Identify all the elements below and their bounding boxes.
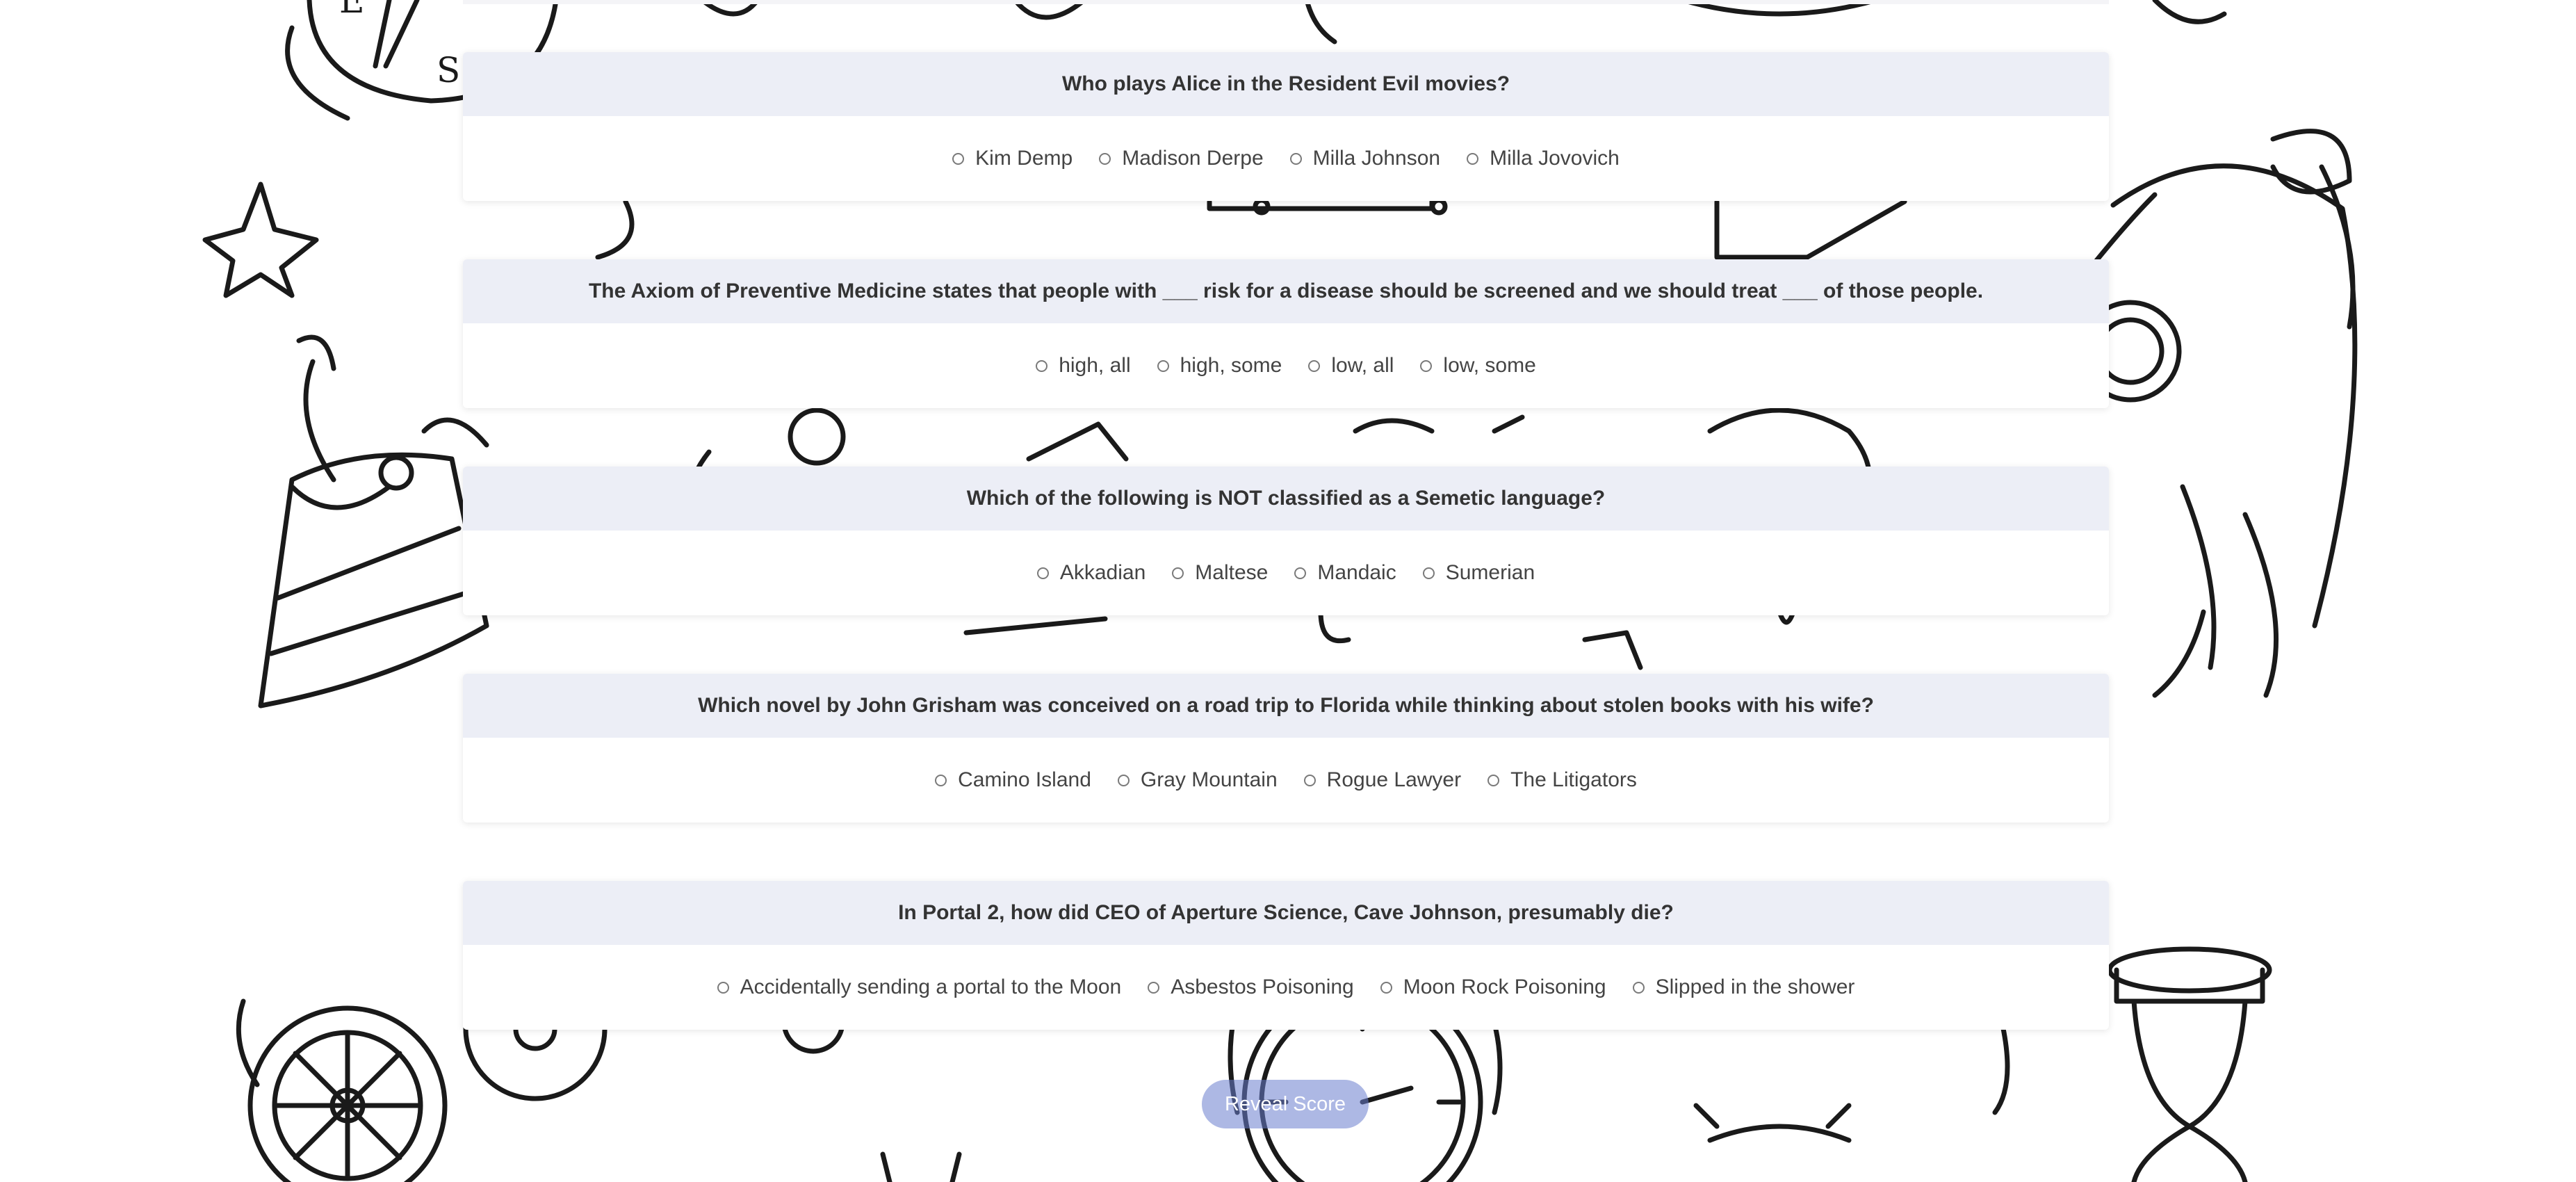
- party-popper-doodle: [258, 334, 489, 709]
- option-label: Milla Johnson: [1312, 147, 1441, 170]
- option-label: Kim Demp: [975, 147, 1073, 170]
- option-label: Accidentally sending a portal to the Moo…: [740, 975, 1122, 998]
- answer-option[interactable]: high, some: [1157, 354, 1282, 378]
- answer-option[interactable]: Milla Jovovich: [1467, 147, 1620, 170]
- radio-button[interactable]: [1632, 981, 1645, 994]
- option-label: The Litigators: [1510, 768, 1637, 791]
- radio-button[interactable]: [1308, 359, 1321, 372]
- radio-button[interactable]: [717, 981, 729, 994]
- question-card: In Portal 2, how did CEO of Aperture Sci…: [463, 881, 2109, 1030]
- answer-option[interactable]: Rogue Lawyer: [1303, 768, 1462, 792]
- previous-card-edge: [463, 0, 2109, 4]
- compass-letter-e: E: [339, 0, 365, 21]
- answer-option[interactable]: Accidentally sending a portal to the Moo…: [717, 975, 1122, 999]
- radio-button[interactable]: [1036, 359, 1048, 372]
- answer-option[interactable]: low, all: [1308, 354, 1394, 378]
- option-label: Camino Island: [958, 768, 1091, 791]
- answer-options: Accidentally sending a portal to the Moo…: [463, 945, 2109, 1030]
- option-label: high, some: [1180, 354, 1282, 377]
- option-label: high, all: [1059, 354, 1131, 377]
- answer-option[interactable]: Sumerian: [1422, 561, 1535, 585]
- rocket-doodle: [2069, 129, 2358, 698]
- answer-option[interactable]: Slipped in the shower: [1632, 975, 1855, 999]
- option-label: Sumerian: [1445, 561, 1535, 584]
- answer-option[interactable]: Akkadian: [1036, 561, 1146, 585]
- radio-button[interactable]: [1148, 981, 1160, 994]
- question-card: Who plays Alice in the Resident Evil mov…: [463, 52, 2109, 201]
- answer-options: Akkadian Maltese Mandaic Sumerian: [463, 531, 2109, 615]
- answer-option[interactable]: Moon Rock Poisoning: [1380, 975, 1606, 999]
- option-label: Rogue Lawyer: [1326, 768, 1462, 791]
- radio-button[interactable]: [1036, 567, 1049, 579]
- answer-option[interactable]: Mandaic: [1294, 561, 1396, 585]
- question-text: Who plays Alice in the Resident Evil mov…: [463, 52, 2109, 116]
- option-label: Milla Jovovich: [1490, 147, 1620, 170]
- answer-option[interactable]: low, some: [1420, 354, 1536, 378]
- radio-button[interactable]: [1487, 774, 1500, 786]
- option-label: Madison Derpe: [1122, 147, 1264, 170]
- radio-button[interactable]: [1172, 567, 1184, 579]
- question-card: Which novel by John Grisham was conceive…: [463, 674, 2109, 823]
- radio-button[interactable]: [935, 774, 947, 786]
- question-text: The Axiom of Preventive Medicine states …: [463, 259, 2109, 323]
- answer-option[interactable]: Camino Island: [935, 768, 1091, 792]
- radio-button[interactable]: [1467, 152, 1479, 165]
- option-label: low, all: [1331, 354, 1394, 377]
- question-text: Which novel by John Grisham was conceive…: [463, 674, 2109, 738]
- radio-button[interactable]: [1294, 567, 1307, 579]
- compass-letter-s: S: [437, 50, 460, 90]
- quiz-container: Who plays Alice in the Resident Evil mov…: [463, 52, 2109, 1088]
- answer-option[interactable]: Madison Derpe: [1099, 147, 1264, 170]
- answer-option[interactable]: Milla Johnson: [1289, 147, 1441, 170]
- option-label: Gray Mountain: [1140, 768, 1278, 791]
- option-label: Slipped in the shower: [1655, 975, 1855, 998]
- reveal-score-button[interactable]: Reveal Score: [1202, 1080, 1369, 1128]
- answer-option[interactable]: high, all: [1036, 354, 1131, 378]
- option-label: Asbestos Poisoning: [1171, 975, 1354, 998]
- option-label: Maltese: [1195, 561, 1269, 584]
- option-label: Akkadian: [1059, 561, 1146, 584]
- radio-button[interactable]: [1117, 774, 1130, 786]
- answer-options: high, all high, some low, all low, some: [463, 323, 2109, 408]
- star-doodle: [202, 181, 319, 298]
- question-card: Which of the following is NOT classified…: [463, 467, 2109, 615]
- radio-button[interactable]: [1289, 152, 1302, 165]
- question-card: The Axiom of Preventive Medicine states …: [463, 259, 2109, 408]
- answer-option[interactable]: Maltese: [1172, 561, 1268, 585]
- answer-option[interactable]: Asbestos Poisoning: [1148, 975, 1354, 999]
- answer-option[interactable]: Kim Demp: [952, 147, 1073, 170]
- radio-button[interactable]: [952, 152, 965, 165]
- answer-option[interactable]: Gray Mountain: [1117, 768, 1278, 792]
- radio-button[interactable]: [1303, 774, 1316, 786]
- question-text: Which of the following is NOT classified…: [463, 467, 2109, 531]
- answer-option[interactable]: The Litigators: [1487, 768, 1637, 792]
- option-label: Mandaic: [1317, 561, 1396, 584]
- option-label: low, some: [1443, 354, 1536, 377]
- radio-button[interactable]: [1422, 567, 1435, 579]
- radio-button[interactable]: [1157, 359, 1169, 372]
- radio-button[interactable]: [1099, 152, 1111, 165]
- answer-options: Kim Demp Madison Derpe Milla Johnson Mil…: [463, 116, 2109, 201]
- option-label: Moon Rock Poisoning: [1403, 975, 1606, 998]
- radio-button[interactable]: [1420, 359, 1433, 372]
- question-text: In Portal 2, how did CEO of Aperture Sci…: [463, 881, 2109, 945]
- radio-button[interactable]: [1380, 981, 1392, 994]
- answer-options: Camino Island Gray Mountain Rogue Lawyer…: [463, 738, 2109, 823]
